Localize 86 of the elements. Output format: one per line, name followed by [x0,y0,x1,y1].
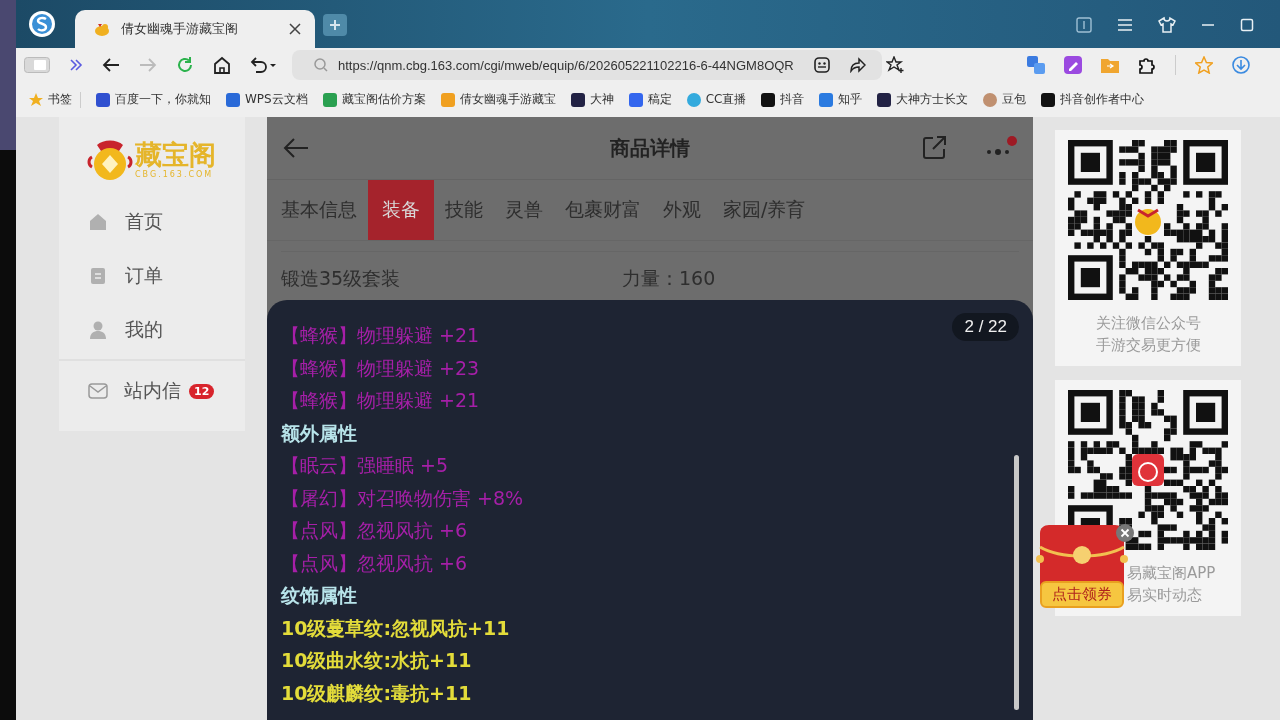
bookmark-favicon-icon [569,91,586,108]
close-icon[interactable] [1116,524,1134,542]
bookmark[interactable]: 书签 [28,91,72,108]
tab-count-icon[interactable] [1076,17,1092,33]
browser-logo-icon[interactable] [28,10,56,38]
bookmark[interactable]: 大神 [569,91,614,108]
qr-caption: 关注微信公众号 [1095,313,1201,334]
attribute-line: 【屠幻】对召唤物伤害 +8% [281,485,524,511]
page-title: 商品详情 [609,134,691,162]
qr-caption: 手游交易更方便 [1095,335,1201,356]
nav-item[interactable]: 订单 [59,249,245,303]
pen-icon[interactable] [1064,56,1082,74]
bookmark-favicon-icon [818,91,835,108]
tab-title: 倩女幽魂手游藏宝阁 [121,20,239,38]
section-heading: 额外属性 [281,420,357,446]
attribute-line: 【点风】忽视风抗 +6 [281,518,468,543]
shirt-icon[interactable] [1158,16,1176,34]
bookmark-favicon-icon [321,91,338,108]
set-name: 锻造35级套装 [281,266,401,291]
reload-icon[interactable] [176,56,194,74]
bookmark[interactable]: 百度一下，你就知 [95,91,211,108]
puzzle-icon[interactable] [1138,56,1156,74]
new-tab-icon[interactable] [323,14,347,36]
section-heading: 纹饰属性 [281,583,357,608]
download-icon[interactable] [1232,56,1250,74]
share-icon[interactable] [921,135,947,161]
sidebar-toggle-icon[interactable] [24,57,50,73]
ornament-line: 10级蔓草纹:忽视风抗+11 [281,615,510,641]
attribute-line: 【蜂猴】物理躲避 +23 [281,355,480,381]
undo-icon[interactable] [250,57,276,73]
bookmark-favicon-icon [225,91,241,108]
translate-icon[interactable] [1027,56,1045,74]
attribute-line: 【蜂猴】物理躲避 +21 [281,323,480,348]
nav-item[interactable]: 我的 [59,303,245,357]
bookmark[interactable]: 大神方士长文 [876,91,969,108]
bookmark[interactable]: 藏宝阁估价方案 [321,91,426,108]
mail-icon [88,383,108,399]
browser-tab[interactable]: 倩女幽魂手游藏宝阁 [75,10,315,48]
qr-caption: 易藏宝阁APP [1127,563,1216,584]
bookmark-favicon-icon [627,91,644,108]
logo-domain: CBG.163.COM [135,169,214,179]
ornament-line: 10级麒麟纹:毒抗+11 [281,680,472,706]
menu-icon[interactable] [1117,18,1133,32]
bookmark[interactable]: WPS云文档 [225,91,308,108]
page-counter: 2 / 22 [952,313,1019,341]
bookmark[interactable]: 豆包 [982,91,1027,108]
star-plus-icon[interactable] [885,56,904,74]
maximize-icon[interactable] [1240,18,1254,32]
face-icon[interactable] [813,57,830,73]
share-arrow-icon[interactable] [849,57,866,73]
attribute-line: 【点风】忽视风抗 +6 [281,550,468,576]
attribute-line: 【眠云】强睡眠 +5 [281,453,449,478]
nav-item[interactable]: 首页 [59,195,245,249]
bookmark-favicon-icon [28,91,44,108]
bookmark[interactable]: 倩女幽魂手游藏宝 [439,91,556,108]
bookmark[interactable]: 知乎 [818,91,863,108]
home-icon [89,213,107,231]
back-icon[interactable] [102,57,120,73]
qr-caption: 易实时动态 [1127,585,1202,606]
bookmark[interactable]: CC直播 [685,91,747,108]
close-icon[interactable] [289,23,301,35]
unread-count-badge: 12 [189,383,215,399]
messages-link[interactable]: 站内信 12 [59,359,245,421]
bookmark-favicon-icon [876,91,893,108]
star-icon[interactable] [1195,56,1213,74]
ornament-line: 10级曲水纹:水抗+11 [281,648,472,673]
home-icon[interactable] [213,56,231,74]
bookmark[interactable]: 抖音创作者中心 [1040,91,1145,108]
bookmark-favicon-icon [439,91,456,108]
tab[interactable]: 装备 [368,180,434,240]
bookmark-favicon-icon [760,91,777,108]
attribute-line: 【蜂猴】物理躲避 +21 [281,388,480,413]
bookmark-favicon-icon [1040,91,1057,108]
bookmark[interactable]: 抖音 [760,91,805,108]
logo-wordmark: 藏宝阁 [135,139,216,170]
bookmark[interactable]: 稿定 [627,91,672,108]
scrollbar[interactable] [1014,455,1019,710]
chick-icon [93,21,111,37]
document-icon [89,267,107,285]
bookmark-favicon-icon [982,91,999,108]
double-chevron-icon[interactable] [69,58,83,72]
attribute-value: 力量：160 [622,266,717,291]
search-icon [314,58,328,72]
person-icon [89,321,107,339]
bookmark-favicon-icon [95,91,111,108]
bookmark-favicon-icon [685,91,702,108]
